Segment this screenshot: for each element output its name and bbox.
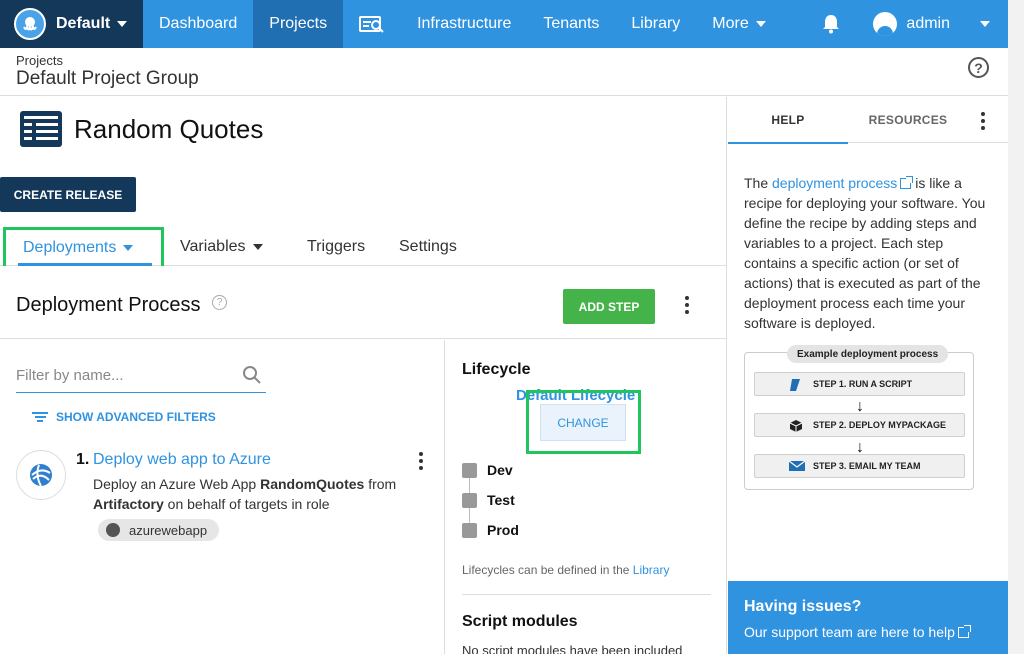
tab-variables-label: Variables (180, 237, 246, 255)
nav-more-label: More (712, 15, 749, 32)
library-link[interactable]: Library (633, 563, 670, 577)
tab-resources[interactable]: RESOURCES (848, 97, 968, 143)
phase-test: Test (462, 492, 515, 508)
tab-triggers[interactable]: Triggers (307, 227, 365, 266)
role-tag[interactable]: azurewebapp (98, 519, 220, 541)
tab-help[interactable]: HELP (728, 97, 848, 144)
example-title: Example deployment process (787, 345, 949, 363)
filter-input[interactable] (16, 361, 236, 389)
help-text: The deployment process is like a recipe … (744, 175, 986, 331)
project-tabs: Deployments Variables Triggers Settings (0, 227, 727, 266)
support-banner: Having issues? Our support team are here… (728, 581, 1008, 654)
space-switcher[interactable]: Default (0, 0, 143, 48)
chevron-down-icon (117, 21, 128, 27)
step-name-link[interactable]: Deploy web app to Azure (93, 451, 271, 469)
steps-pane: SHOW ADVANCED FILTERS 1. Deploy web app … (0, 340, 445, 654)
space-name: Default (56, 15, 111, 32)
advanced-filters-label: SHOW ADVANCED FILTERS (56, 410, 216, 424)
user-name: admin (906, 15, 950, 32)
tab-variables[interactable]: Variables (180, 227, 263, 266)
change-highlight (526, 390, 641, 454)
bell-icon[interactable] (815, 14, 847, 34)
project-logo-icon (20, 111, 62, 147)
example-step: STEP 1. RUN A SCRIPT (754, 372, 965, 396)
nav-dashboard[interactable]: Dashboard (143, 0, 253, 48)
chevron-down-icon (252, 243, 263, 250)
nav-infrastructure[interactable]: Infrastructure (401, 0, 527, 48)
step-more-options-icon[interactable] (419, 452, 423, 470)
script-modules-title: Script modules (462, 613, 578, 630)
lifecycle-title: Lifecycle (462, 361, 531, 378)
breadcrumb[interactable]: Projects (16, 53, 63, 68)
step-description: Deploy an Azure Web App RandomQuotes fro… (93, 476, 397, 512)
example-step: STEP 3. EMAIL MY TEAM (754, 454, 965, 478)
chevron-down-icon (755, 21, 766, 27)
top-nav: Default Dashboard Projects Infrastructur… (0, 0, 1008, 48)
main-content: Random Quotes CREATE RELEASE Deployments… (0, 97, 727, 654)
divider (462, 594, 711, 595)
list-item: 1. Deploy web app to Azure Deploy an Azu… (16, 448, 436, 541)
azure-web-app-icon (16, 450, 66, 500)
lifecycle-note: Lifecycles can be defined in the Library (462, 563, 670, 577)
nav-tenants[interactable]: Tenants (527, 0, 615, 48)
role-tag-label: azurewebapp (129, 522, 208, 538)
support-link[interactable]: Our support team are here to help (744, 624, 971, 640)
help-icon[interactable]: ? (968, 57, 989, 78)
example-diagram: Example deployment process STEP 1. RUN A… (744, 345, 974, 490)
external-link-icon (900, 176, 914, 189)
example-step: STEP 2. DEPLOY MYPACKAGE (754, 413, 965, 437)
page-title: Default Project Group (16, 68, 199, 89)
create-release-button[interactable]: CREATE RELEASE (0, 177, 136, 212)
chevron-down-icon (980, 21, 990, 27)
chevron-down-icon (123, 245, 134, 251)
package-icon (789, 420, 803, 432)
filter-field (16, 361, 266, 393)
lifecycle-pane: Lifecycle Default Lifecycle CHANGE Dev T… (446, 340, 727, 654)
page-header: Projects Default Project Group ? (0, 48, 1008, 96)
nav-library[interactable]: Library (615, 0, 696, 48)
script-modules-text: No script modules have been included (462, 643, 683, 654)
tab-deployments[interactable]: Deployments (3, 227, 164, 266)
search-icon (243, 366, 261, 384)
section-title: Deployment Process (16, 294, 201, 316)
deployment-process-link[interactable]: deployment process (772, 175, 897, 191)
help-tabs: HELP RESOURCES (728, 97, 1008, 144)
nav-tasks[interactable] (343, 0, 401, 48)
avatar (873, 12, 898, 36)
sidebar-more-options-icon[interactable] (981, 112, 985, 130)
project-title: Random Quotes (74, 114, 264, 144)
more-options-icon[interactable] (685, 296, 689, 314)
tab-deployments-label: Deployments (23, 239, 117, 256)
user-menu[interactable]: admin (873, 12, 990, 36)
deployment-process-header: Deployment Process ? ADD STEP (0, 266, 727, 339)
nav-projects[interactable]: Projects (253, 0, 344, 48)
script-icon (790, 379, 800, 391)
octopus-logo-icon (14, 8, 46, 40)
email-icon (789, 460, 805, 471)
show-advanced-filters-button[interactable]: SHOW ADVANCED FILTERS (32, 410, 216, 424)
step-number: 1. (76, 451, 90, 468)
tasks-icon (359, 16, 384, 33)
nav-more[interactable]: More (696, 0, 781, 48)
phase-prod: Prod (462, 522, 519, 538)
filter-list-icon (32, 410, 48, 424)
tag-icon (106, 523, 120, 537)
question-icon[interactable]: ? (212, 295, 227, 310)
help-sidebar: HELP RESOURCES The deployment process is… (728, 97, 1008, 654)
tab-settings[interactable]: Settings (399, 227, 457, 266)
external-link-icon (957, 625, 971, 638)
phase-dev: Dev (462, 462, 513, 478)
issues-title: Having issues? (744, 598, 862, 615)
add-step-button[interactable]: ADD STEP (563, 289, 655, 324)
page-scrollbar[interactable] (1008, 0, 1024, 654)
